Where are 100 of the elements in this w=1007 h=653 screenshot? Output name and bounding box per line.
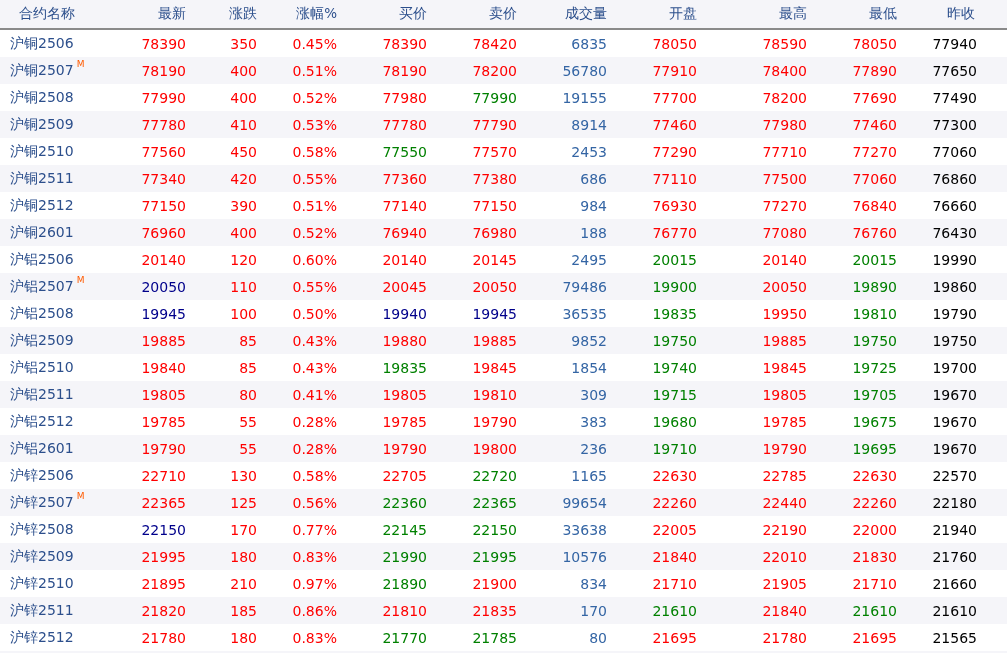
table-cell-text: 77890 bbox=[851, 62, 897, 79]
table-cell-text: 0.53% bbox=[291, 116, 337, 133]
column-header[interactable]: 涨跌 bbox=[186, 5, 257, 23]
table-cell-text: 420 bbox=[229, 170, 257, 187]
column-header[interactable]: 最高 bbox=[697, 5, 807, 23]
quote-row[interactable]: 沪铜2506 78390 350 0.45% 78390 78420 6835 78050 78590 78050 77940 bbox=[0, 30, 1007, 57]
table-cell-text: 77060 bbox=[931, 143, 977, 160]
table-cell-text: 170 bbox=[579, 602, 607, 619]
column-header[interactable]: 买价 bbox=[337, 5, 427, 23]
table-cell-text: 19670 bbox=[931, 386, 977, 403]
table-cell-text: 19890 bbox=[851, 278, 897, 295]
table-cell-text: 0.51% bbox=[291, 197, 337, 214]
contract-name: 沪铜2508 bbox=[9, 88, 75, 107]
table-cell-text: 77710 bbox=[761, 143, 807, 160]
column-header[interactable]: 成交量 bbox=[517, 5, 607, 23]
contract-name: 沪铝2506 bbox=[9, 250, 75, 269]
table-cell-text: 55 bbox=[238, 413, 257, 430]
table-cell-text: 19835 bbox=[381, 359, 427, 376]
table-cell-text: 78420 bbox=[471, 35, 517, 52]
column-header[interactable]: 最低 bbox=[807, 5, 897, 23]
table-cell-text: 19940 bbox=[381, 305, 427, 322]
table-cell-text: 0.55% bbox=[291, 170, 337, 187]
table-cell-text: 22630 bbox=[651, 467, 697, 484]
table-cell-text: 21940 bbox=[931, 521, 977, 538]
column-header[interactable]: 开盘 bbox=[607, 5, 697, 23]
table-cell-text: 22570 bbox=[931, 467, 977, 484]
table-cell-text: 19790 bbox=[140, 440, 186, 457]
quote-row[interactable]: 沪铜2508 77990 400 0.52% 77980 77990 19155 77700 78200 77690 77490 bbox=[0, 84, 1007, 111]
table-cell-text: 185 bbox=[229, 602, 257, 619]
quote-row[interactable]: 沪锌2506 22710 130 0.58% 22705 22720 1165 22630 22785 22630 22570 bbox=[0, 462, 1007, 489]
table-cell-text: 76980 bbox=[471, 224, 517, 241]
table-cell-text: 77110 bbox=[651, 170, 697, 187]
table-cell-text: 78200 bbox=[761, 89, 807, 106]
contract-name: 沪铝2507 bbox=[10, 277, 74, 296]
table-cell-text: 2453 bbox=[570, 143, 607, 160]
contract-name: 沪铝2512 bbox=[9, 412, 75, 431]
quote-row[interactable]: 沪铜2512 77150 390 0.51% 77140 77150 984 76930 77270 76840 76660 bbox=[0, 192, 1007, 219]
table-cell-text: 21810 bbox=[381, 602, 427, 619]
table-cell-text: 0.83% bbox=[291, 629, 337, 646]
table-cell-text: 20140 bbox=[140, 251, 186, 268]
table-cell-text: 22000 bbox=[851, 521, 897, 538]
quote-row[interactable]: 沪锌2512 21780 180 0.83% 21770 21785 80 21695 21780 21695 21565 bbox=[0, 624, 1007, 651]
table-cell-text: 0.58% bbox=[291, 143, 337, 160]
table-cell-text: 0.45% bbox=[291, 35, 337, 52]
quote-row[interactable]: 沪铝2506 20140 120 0.60% 20140 20145 2495 20015 20140 20015 19990 bbox=[0, 246, 1007, 273]
table-cell-text: 0.28% bbox=[291, 413, 337, 430]
table-cell-text: 77550 bbox=[381, 143, 427, 160]
table-cell-text: 77570 bbox=[471, 143, 517, 160]
table-cell-text: 19790 bbox=[761, 440, 807, 457]
table-cell-text: 0.51% bbox=[291, 62, 337, 79]
table-cell-text: 19700 bbox=[931, 359, 977, 376]
table-cell-text: 80 bbox=[588, 629, 607, 646]
column-header[interactable]: 涨幅% bbox=[257, 5, 337, 23]
table-cell-text: 21710 bbox=[651, 575, 697, 592]
table-cell-text: 21565 bbox=[931, 629, 977, 646]
table-cell-text: 22150 bbox=[471, 521, 517, 538]
column-header[interactable]: 合约名称 bbox=[0, 5, 130, 23]
table-cell-text: 33638 bbox=[561, 521, 607, 538]
table-cell-text: 19810 bbox=[471, 386, 517, 403]
table-cell-text: 0.43% bbox=[291, 359, 337, 376]
table-cell-text: 0.58% bbox=[291, 467, 337, 484]
table-cell-text: 686 bbox=[579, 170, 607, 187]
table-cell-text: 0.56% bbox=[291, 494, 337, 511]
table-cell-text: 78590 bbox=[761, 35, 807, 52]
table-cell-text: 22260 bbox=[851, 494, 897, 511]
table-cell-text: 19950 bbox=[761, 305, 807, 322]
table-cell-text: 22360 bbox=[381, 494, 427, 511]
column-header[interactable]: 最新 bbox=[130, 5, 186, 23]
table-cell-text: 309 bbox=[579, 386, 607, 403]
quote-row[interactable]: 沪铝2512 19785 55 0.28% 19785 19790 383 19680 19785 19675 19670 bbox=[0, 408, 1007, 435]
table-cell-text: 77150 bbox=[140, 197, 186, 214]
contract-name: 沪铜2512 bbox=[9, 196, 75, 215]
quote-row[interactable]: 沪铜2510 77560 450 0.58% 77550 77570 2453 77290 77710 77270 77060 bbox=[0, 138, 1007, 165]
table-cell-text: 19705 bbox=[851, 386, 897, 403]
table-cell-text: 22190 bbox=[761, 521, 807, 538]
table-cell-text: 0.43% bbox=[291, 332, 337, 349]
table-cell-text: 76760 bbox=[851, 224, 897, 241]
table-cell-text: 21830 bbox=[851, 548, 897, 565]
main-contract-tag: M bbox=[76, 491, 85, 501]
table-cell-text: 0.50% bbox=[291, 305, 337, 322]
table-cell-text: 77940 bbox=[931, 35, 977, 52]
table-cell-text: 410 bbox=[229, 116, 257, 133]
table-cell-text: 21695 bbox=[851, 629, 897, 646]
table-cell-text: 110 bbox=[229, 278, 257, 295]
column-header[interactable]: 昨收 bbox=[897, 5, 977, 23]
contract-name: 沪铜2506 bbox=[9, 34, 75, 53]
table-cell-text: 19785 bbox=[381, 413, 427, 430]
contract-name: 沪锌2512 bbox=[9, 628, 75, 647]
column-header[interactable]: 卖价 bbox=[427, 5, 517, 23]
table-cell-text: 19790 bbox=[471, 413, 517, 430]
table-cell-text: 77140 bbox=[381, 197, 427, 214]
table-cell-text: 19805 bbox=[140, 386, 186, 403]
table-cell-text: 21840 bbox=[651, 548, 697, 565]
table-cell-text: 19695 bbox=[851, 440, 897, 457]
contract-name: 沪铝2601 bbox=[9, 439, 75, 458]
quote-row[interactable]: 沪铝2508 19945 100 0.50% 19940 19945 36535 19835 19950 19810 19790 bbox=[0, 300, 1007, 327]
quote-row[interactable]: 沪锌2510 21895 210 0.97% 21890 21900 834 21710 21905 21710 21660 bbox=[0, 570, 1007, 597]
quote-row[interactable]: 沪锌2508 22150 170 0.77% 22145 22150 33638 22005 22190 22000 21940 bbox=[0, 516, 1007, 543]
table-cell-text: 20050 bbox=[471, 278, 517, 295]
quote-row[interactable]: 沪铝2510 19840 85 0.43% 19835 19845 1854 19740 19845 19725 19700 bbox=[0, 354, 1007, 381]
